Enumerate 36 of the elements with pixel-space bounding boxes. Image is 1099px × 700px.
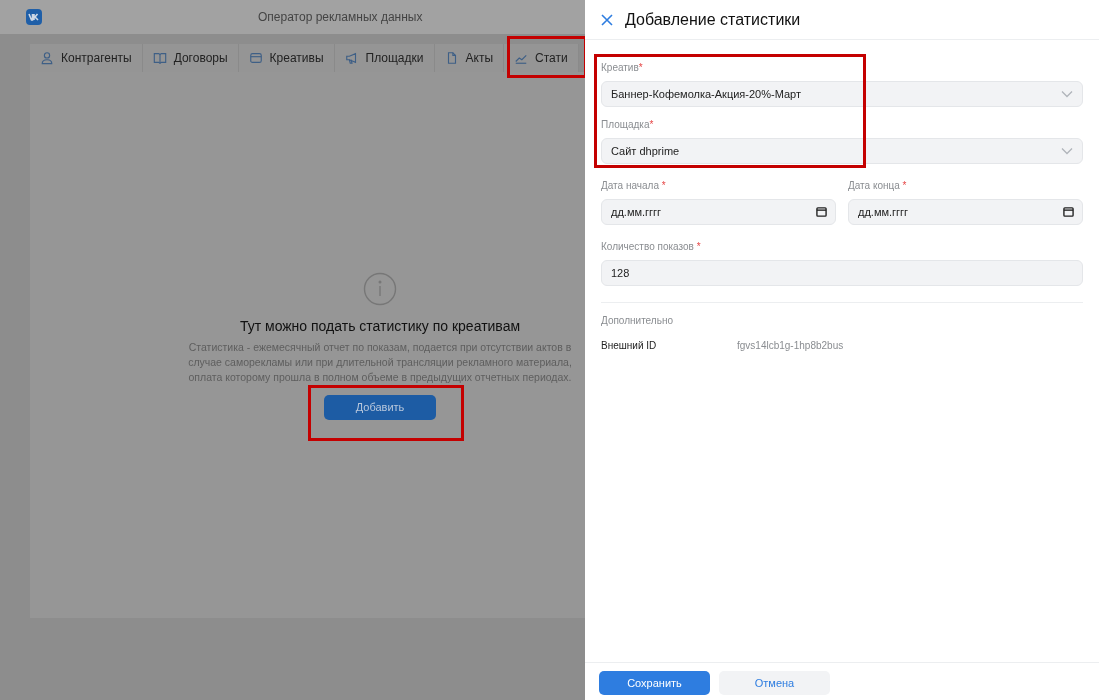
calendar-icon	[1063, 206, 1074, 217]
date-field[interactable]: дд.мм.гггг	[601, 199, 836, 225]
date-field[interactable]: дд.мм.гггг	[848, 199, 1083, 225]
card-icon	[248, 51, 263, 65]
calendar-icon	[816, 206, 827, 217]
megaphone-icon	[344, 51, 359, 65]
nav-tab[interactable]: Площадки	[334, 44, 435, 72]
empty-state-title: Тут можно подать статистику по креативам	[239, 317, 521, 336]
field-label: Дата начала *	[601, 179, 667, 193]
nav-tab[interactable]: Контрагенты	[30, 44, 143, 72]
field-label: Площадка*	[601, 118, 655, 132]
select-field[interactable]: Баннер-Кофемолка-Акция-20%-Март	[601, 81, 1083, 107]
count-field[interactable]: 128	[601, 260, 1083, 286]
add-button[interactable]: Добавить	[324, 395, 436, 420]
save-button[interactable]: Сохранить	[599, 671, 710, 695]
person-icon	[40, 51, 54, 65]
close-icon[interactable]	[601, 13, 613, 26]
id-label: Внешний ID	[601, 339, 658, 353]
chevron-down-icon	[1061, 90, 1073, 98]
nav-tab[interactable]: Стати	[504, 44, 579, 72]
field-label: Креатив*	[601, 61, 644, 75]
nav-tab[interactable]: Договоры	[142, 44, 239, 72]
nav-tab[interactable]: Креативы	[238, 44, 335, 72]
vk-logo-icon	[26, 9, 42, 25]
select-field[interactable]: Сайт dhprime	[601, 138, 1083, 164]
book-icon	[152, 51, 167, 65]
section-heading: Дополнительно	[601, 314, 674, 328]
id-value: fgvs14lcb1g-1hp8b2bus	[737, 339, 844, 353]
nav-tab[interactable]: Акты	[434, 44, 504, 72]
info-icon	[363, 272, 397, 306]
panel-title: Добавление статистики	[625, 9, 801, 30]
field-label: Дата конца *	[848, 179, 908, 193]
chevron-down-icon	[1061, 147, 1073, 155]
field-label: Количество показов *	[601, 240, 702, 254]
app-title: Оператор рекламных данных	[258, 9, 423, 26]
cancel-button[interactable]: Отмена	[719, 671, 830, 695]
